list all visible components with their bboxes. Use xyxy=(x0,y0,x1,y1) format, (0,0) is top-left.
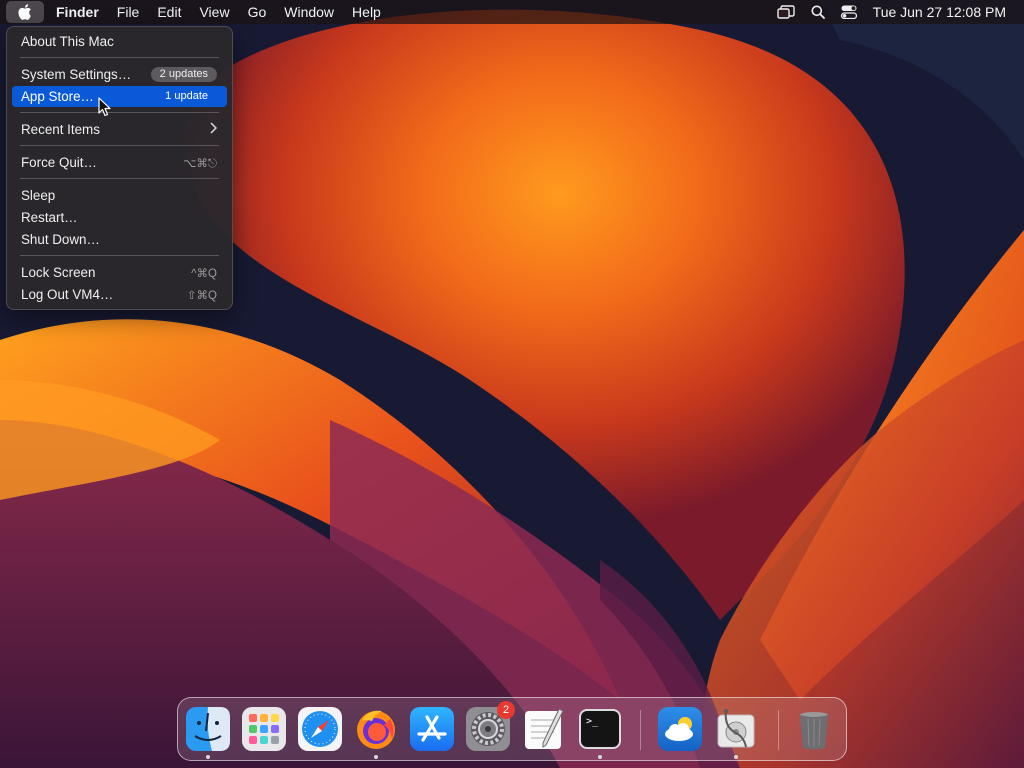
dock-launchpad[interactable] xyxy=(242,707,286,751)
menu-item-label: About This Mac xyxy=(21,34,114,49)
menu-item-label: App Store… xyxy=(21,89,94,104)
menu-item-label: Sleep xyxy=(21,188,56,203)
menu-item-about-this-mac[interactable]: About This Mac xyxy=(12,31,227,52)
menu-item-label: Shut Down… xyxy=(21,232,100,247)
menu-item-lock-screen[interactable]: Lock Screen ^⌘Q xyxy=(12,262,227,283)
weather-icon xyxy=(658,707,702,751)
dock-terminal[interactable]: >_ xyxy=(578,707,622,751)
menu-separator xyxy=(20,178,219,179)
dock-separator xyxy=(778,710,779,750)
dock-safari[interactable] xyxy=(298,707,342,751)
safari-icon xyxy=(298,707,342,751)
menu-file[interactable]: File xyxy=(108,0,149,24)
updates-badge: 2 updates xyxy=(150,67,217,82)
updates-badge: 1 update xyxy=(165,90,208,102)
terminal-icon: >_ xyxy=(579,709,621,749)
terminal-prompt: >_ xyxy=(586,716,599,727)
app-store-icon xyxy=(410,707,454,751)
menu-item-log-out[interactable]: Log Out VM4… ⇧⌘Q xyxy=(12,284,227,305)
menu-item-label: Force Quit… xyxy=(21,155,97,170)
mouse-pointer-icon xyxy=(98,97,111,117)
dock-finder[interactable] xyxy=(186,707,230,751)
launchpad-icon xyxy=(242,707,286,751)
menu-item-label: Lock Screen xyxy=(21,265,96,280)
textedit-icon xyxy=(525,708,564,749)
menu-item-label: Log Out VM4… xyxy=(21,287,114,302)
apple-logo-icon xyxy=(18,4,31,20)
running-indicator xyxy=(598,755,602,759)
notification-badge: 2 xyxy=(497,701,515,719)
screen-mirroring-icon[interactable] xyxy=(776,5,795,19)
disk-utility-icon xyxy=(717,709,755,748)
running-indicator xyxy=(734,755,738,759)
menu-edit[interactable]: Edit xyxy=(148,0,190,24)
keyboard-shortcut: ⇧⌘Q xyxy=(186,290,217,302)
keyboard-shortcut: ⌥⌘⎋ xyxy=(183,158,217,170)
trash-icon xyxy=(800,712,828,750)
firefox-icon xyxy=(357,710,395,749)
menu-separator xyxy=(20,255,219,256)
menu-item-label: Recent Items xyxy=(21,122,100,137)
dock: 2 >_ xyxy=(177,697,847,761)
menu-item-label: System Settings… xyxy=(21,67,132,82)
dock-trash[interactable] xyxy=(792,707,836,751)
dock-firefox[interactable] xyxy=(354,707,398,751)
dock-weather[interactable] xyxy=(658,707,702,751)
menu-item-system-settings[interactable]: System Settings… 2 updates xyxy=(12,64,227,85)
control-center-icon[interactable] xyxy=(840,5,857,19)
menu-separator xyxy=(20,145,219,146)
finder-icon xyxy=(186,707,230,751)
menu-item-force-quit[interactable]: Force Quit… ⌥⌘⎋ xyxy=(12,152,227,173)
menu-item-shut-down[interactable]: Shut Down… xyxy=(12,229,227,250)
running-indicator xyxy=(374,755,378,759)
menu-separator xyxy=(20,57,219,58)
apple-menu-button[interactable] xyxy=(6,1,44,23)
menu-bar: Finder File Edit View Go Window Help Tue… xyxy=(0,0,1024,24)
menu-go[interactable]: Go xyxy=(239,0,276,24)
menu-bar-clock[interactable]: Tue Jun 27 12:08 PM xyxy=(873,4,1006,20)
search-icon[interactable] xyxy=(811,5,825,19)
menu-separator xyxy=(20,112,219,113)
menu-view[interactable]: View xyxy=(190,0,238,24)
running-indicator xyxy=(206,755,210,759)
keyboard-shortcut: ^⌘Q xyxy=(191,268,217,280)
dock-app-store[interactable] xyxy=(410,707,454,751)
dock-textedit[interactable] xyxy=(522,707,566,751)
chevron-right-icon xyxy=(210,122,218,137)
menu-window[interactable]: Window xyxy=(275,0,343,24)
menu-help[interactable]: Help xyxy=(343,0,390,24)
menu-item-sleep[interactable]: Sleep xyxy=(12,185,227,206)
menu-finder[interactable]: Finder xyxy=(47,0,108,24)
menu-item-restart[interactable]: Restart… xyxy=(12,207,227,228)
apple-menu-dropdown: About This Mac System Settings… 2 update… xyxy=(6,26,233,310)
menu-item-label: Restart… xyxy=(21,210,78,225)
menu-item-app-store[interactable]: App Store… 1 update xyxy=(12,86,227,107)
dock-disk-utility[interactable] xyxy=(714,707,758,751)
dock-separator xyxy=(640,710,641,750)
menu-item-recent-items[interactable]: Recent Items xyxy=(12,119,227,140)
